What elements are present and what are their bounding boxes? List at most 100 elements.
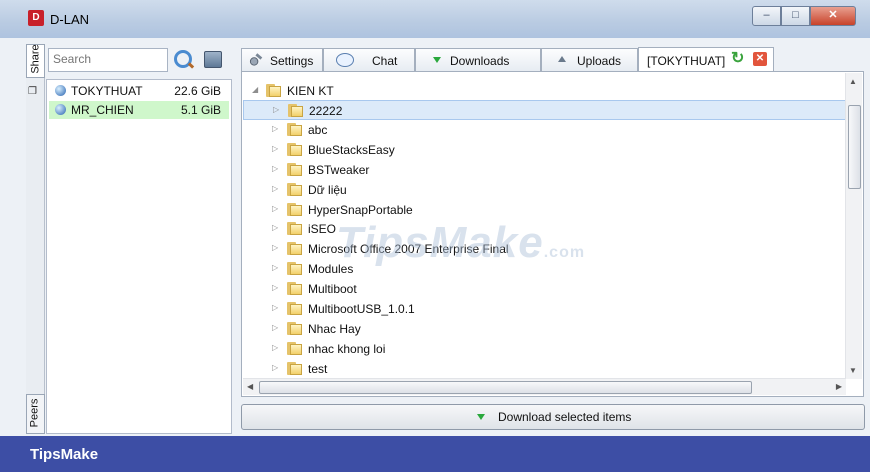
expand-arrow-icon[interactable]: ▷ (272, 283, 278, 292)
folder-tree[interactable]: ◢ KIEN KT ▷ 22222 ▷ abc ▷ BlueStacksEasy ▷ BSTw… (243, 73, 846, 379)
tree-folder-label: abc (308, 122, 328, 137)
tree-folder-label: HyperSnapPortable (308, 202, 413, 217)
tree-folder-row[interactable]: ▷ BSTweaker (243, 160, 846, 180)
minimize-button[interactable]: – (752, 6, 781, 26)
settings-icon (249, 53, 263, 66)
tree-folder-row[interactable]: ▷ MultibootUSB_1.0.1 (243, 299, 846, 319)
tree-root-label: KIEN KT (287, 84, 334, 98)
peer-row[interactable]: MR_CHIEN 5.1 GiB (49, 101, 229, 119)
close-tab-icon[interactable]: ✕ (753, 52, 767, 66)
search-input[interactable] (49, 49, 167, 69)
vertical-scrollbar[interactable]: ▲ ▼ (845, 73, 862, 379)
app-icon: D (28, 10, 44, 26)
tree-folder-row[interactable]: ▷ Dữ liệu (243, 180, 846, 200)
dock-float-icon[interactable]: ❐ (28, 86, 37, 97)
folder-icon (266, 84, 281, 97)
close-window-button[interactable]: ✕ (810, 6, 856, 26)
window-title: D-LAN (50, 12, 90, 27)
folder-icon (287, 361, 302, 375)
expand-arrow-icon[interactable]: ▷ (272, 343, 278, 352)
expand-arrow-icon[interactable]: ▷ (272, 323, 278, 332)
brand-name: TipsMake (30, 446, 99, 463)
refresh-icon[interactable]: ↻ (731, 51, 747, 67)
folder-icon (287, 302, 302, 315)
expand-arrow-icon[interactable]: ▷ (272, 303, 278, 312)
tab-uploads-label: Uploads (577, 54, 622, 68)
expand-arrow-icon[interactable]: ▷ (272, 144, 278, 153)
dock-tab-share-label: Share (29, 44, 42, 74)
expand-arrow-icon[interactable]: ▷ (272, 124, 278, 133)
tree-folder-label: Nhac Hay (308, 321, 361, 336)
tree-folder-row[interactable]: ▷ BlueStacksEasy (243, 140, 846, 160)
tab-browse-peer[interactable]: [TOKYTHUAT] ↻ ✕ (638, 47, 774, 72)
tab-settings-label: Settings (270, 54, 314, 68)
tree-folder-label: iSEO (308, 222, 337, 237)
scroll-up-arrow-icon[interactable]: ▲ (849, 77, 857, 86)
peer-row[interactable]: TOKYTHUAT 22.6 GiB (49, 82, 229, 100)
expand-arrow-icon[interactable]: ▷ (272, 363, 278, 372)
expand-arrow-icon[interactable]: ▷ (272, 223, 278, 232)
folder-icon (287, 242, 302, 256)
expand-arrow-icon[interactable]: ▷ (272, 204, 278, 213)
expand-arrow-icon[interactable]: ▷ (273, 105, 279, 114)
tree-folder-row[interactable]: ▷ Modules (243, 259, 846, 279)
uploads-icon (558, 56, 566, 62)
tree-folder-row[interactable]: ▷ 22222 (243, 100, 846, 120)
tab-uploads[interactable]: Uploads (541, 48, 638, 71)
downloads-icon (433, 57, 441, 63)
maximize-button[interactable]: □ (781, 6, 810, 26)
horizontal-scroll-thumb[interactable] (259, 381, 752, 394)
folder-icon (287, 262, 302, 276)
download-selected-button[interactable]: Download selected items (241, 404, 865, 430)
tree-folder-row[interactable]: ▷ abc (243, 120, 846, 140)
search-icon[interactable] (174, 50, 192, 68)
expand-arrow-icon[interactable]: ▷ (272, 184, 278, 193)
tab-chat[interactable]: Chat (323, 48, 415, 71)
download-icon (477, 414, 485, 420)
scroll-down-arrow-icon[interactable]: ▼ (849, 366, 857, 375)
dock-tab-strip (26, 44, 45, 432)
peer-name: TOKYTHUAT (71, 84, 143, 98)
tree-folder-row[interactable]: ▷ nhac khong loi (243, 339, 846, 359)
tree-folder-label: test (308, 361, 328, 376)
folder-icon (287, 122, 302, 136)
scroll-left-arrow-icon[interactable]: ◀ (247, 382, 253, 391)
tab-downloads[interactable]: Downloads (415, 48, 541, 71)
scroll-right-arrow-icon[interactable]: ▶ (836, 382, 842, 391)
tree-folder-row[interactable]: ▷ iSEO (243, 219, 846, 239)
tree-root-row[interactable]: ◢ KIEN KT (243, 81, 846, 101)
dock-tab-peers[interactable]: Peers (26, 394, 45, 434)
tree-folder-row[interactable]: ▷ Nhac Hay (243, 319, 846, 339)
tree-folder-row[interactable]: ▷ Microsoft Office 2007 Enterprise Final (243, 239, 846, 259)
collapse-arrow-icon[interactable]: ◢ (252, 85, 258, 94)
expand-arrow-icon[interactable]: ▷ (272, 243, 278, 252)
peer-status-icon (55, 85, 66, 96)
folder-icon (287, 182, 302, 196)
window-controls: – □ ✕ (752, 6, 856, 26)
vertical-scroll-thumb[interactable] (848, 105, 861, 189)
expand-arrow-icon[interactable]: ▷ (272, 164, 278, 173)
folder-icon (287, 162, 302, 176)
folder-icon (287, 341, 302, 355)
tree-folder-label: nhac khong loi (308, 341, 386, 356)
tree-folder-row[interactable]: ▷ test (243, 359, 846, 379)
tree-folder-label: 22222 (309, 104, 343, 118)
tree-folder-row[interactable]: ▷ Multiboot (243, 279, 846, 299)
dock-tab-share[interactable]: Share (26, 44, 45, 78)
tree-folder-label: Microsoft Office 2007 Enterprise Final (308, 242, 509, 257)
tree-folder-label: BlueStacksEasy (308, 142, 395, 157)
expand-arrow-icon[interactable]: ▷ (272, 263, 278, 272)
horizontal-scrollbar[interactable]: ◀ ▶ (243, 378, 846, 395)
tab-chat-label: Chat (372, 54, 398, 68)
tree-folder-label: Dữ liệu (308, 182, 347, 197)
browse-icon[interactable] (204, 51, 222, 68)
search-box (48, 48, 168, 72)
tree-folder-label: MultibootUSB_1.0.1 (308, 302, 415, 316)
chat-icon (336, 53, 354, 67)
tree-folder-row[interactable]: ▷ HyperSnapPortable (243, 200, 846, 220)
title-bar[interactable]: D D-LAN – □ ✕ (0, 0, 870, 38)
tab-settings[interactable]: Settings (241, 48, 323, 71)
download-selected-label: Download selected items (498, 410, 632, 424)
tree-folder-label: BSTweaker (308, 162, 370, 177)
tree-folder-label: Multiboot (308, 282, 357, 297)
